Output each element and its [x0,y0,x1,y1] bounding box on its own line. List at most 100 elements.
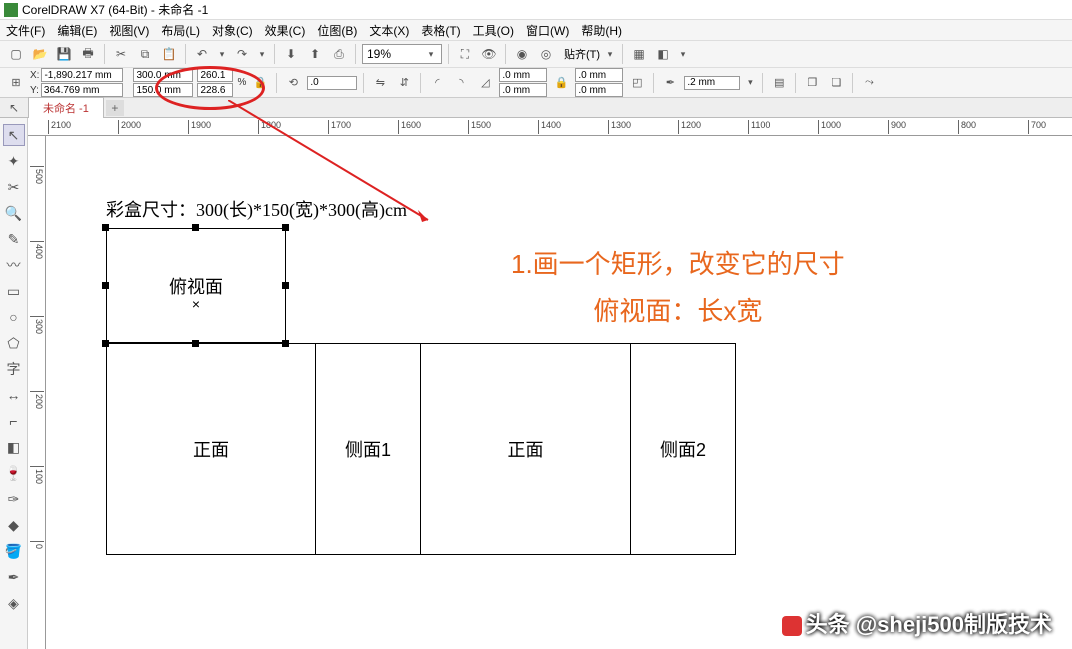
y-position-input[interactable]: 364.769 mm [41,83,123,97]
menu-help[interactable]: 帮助(H) [581,22,622,39]
x-position-input[interactable]: -1,890.217 mm [41,68,123,82]
side1-rect[interactable]: 侧面1 [316,343,421,555]
snap-icon[interactable]: ◉ [512,44,532,64]
fullscreen-icon[interactable]: ⛶ [455,44,475,64]
zoom-level-input[interactable]: 19% ▾ [362,44,442,64]
polygon-tool[interactable]: ⬠ [3,332,25,354]
crop-tool[interactable]: ✂ [3,176,25,198]
corner-tr-input[interactable]: .0 mm [575,68,623,82]
menu-effect[interactable]: 效果(C) [265,22,306,39]
handle-tc[interactable] [192,224,199,231]
chevron-down-icon[interactable]: ▾ [425,45,437,63]
preview-icon[interactable]: 👁 [479,44,499,64]
eyedropper-tool[interactable]: ✑ [3,488,25,510]
handle-tr[interactable] [282,224,289,231]
scale-y-input[interactable]: 228.6 [197,83,233,97]
parallel-dim-tool[interactable]: ↔ [3,384,25,406]
top-face-rect[interactable]: 俯视面 × [106,228,286,343]
corner-round-icon[interactable]: ◜ [427,73,447,93]
handle-tl[interactable] [102,224,109,231]
corner-bl-input[interactable]: .0 mm [499,83,547,97]
menu-view[interactable]: 视图(V) [109,22,149,39]
transparency-tool[interactable]: 🍷 [3,462,25,484]
smart-fill-tool[interactable]: 🪣 [3,540,25,562]
add-tab-button[interactable]: + [106,100,124,116]
to-front-icon[interactable]: ❐ [802,73,822,93]
menu-window[interactable]: 窗口(W) [526,22,569,39]
redo-dropdown[interactable]: ▾ [256,45,268,63]
corner-scallop-icon[interactable]: ◝ [451,73,471,93]
menu-layout[interactable]: 布局(L) [161,22,200,39]
front2-rect[interactable]: 正面 [421,343,631,555]
menu-text[interactable]: 文本(X) [369,22,409,39]
lock-ratio-icon[interactable]: 🔒 [250,73,270,93]
corner-br-input[interactable]: .0 mm [575,83,623,97]
publish-icon[interactable]: ⎙ [329,44,349,64]
menu-bitmap[interactable]: 位图(B) [317,22,357,39]
separator [355,44,356,64]
wrap-text-icon[interactable]: ▤ [769,73,789,93]
new-icon[interactable]: ▢ [6,44,26,64]
cut-icon[interactable]: ✂ [111,44,131,64]
ellipse-tool[interactable]: ○ [3,306,25,328]
interactive-fill-tool[interactable]: ◆ [3,514,25,536]
paste-icon[interactable]: 📋 [159,44,179,64]
opt-dropdown[interactable]: ▾ [677,45,689,63]
fill-tool[interactable]: ◈ [3,592,25,614]
menu-edit[interactable]: 编辑(E) [57,22,97,39]
convert-curves-icon[interactable]: ⤳ [859,73,879,93]
print-icon[interactable]: 🖶 [78,44,98,64]
shape-tool[interactable]: ✦ [3,150,25,172]
freehand-tool[interactable]: ✎ [3,228,25,250]
drop-shadow-tool[interactable]: ◧ [3,436,25,458]
handle-ml[interactable] [102,282,109,289]
undo-icon[interactable]: ↶ [192,44,212,64]
mirror-h-icon[interactable]: ⇋ [370,73,390,93]
snap-label[interactable]: 贴齐(T) [564,46,600,62]
to-back-icon[interactable]: ❏ [826,73,846,93]
export-icon[interactable]: ⬆ [305,44,325,64]
rectangle-tool[interactable]: ▭ [3,280,25,302]
handle-bc[interactable] [192,340,199,347]
handle-mr[interactable] [282,282,289,289]
pick-tool[interactable]: ↖ [3,124,25,146]
redo-icon[interactable]: ↷ [232,44,252,64]
drawing-canvas[interactable]: 彩盒尺寸：300(长)*150(宽)*300(高)cm 俯视面 × 正面 侧面1 [46,136,1072,649]
corner-chamfer-icon[interactable]: ◿ [475,73,495,93]
menu-object[interactable]: 对象(C) [212,22,253,39]
handle-bl[interactable] [102,340,109,347]
import-icon[interactable]: ⬇ [281,44,301,64]
zoom-tool[interactable]: 🔍 [3,202,25,224]
relative-corner-icon[interactable]: ◰ [627,73,647,93]
save-icon[interactable]: 💾 [54,44,74,64]
height-input[interactable]: 150.0 mm [133,83,193,97]
connector-tool[interactable]: ⌐ [3,410,25,432]
copy-icon[interactable]: ⧉ [135,44,155,64]
corner-tl-input[interactable]: .0 mm [499,68,547,82]
opt2-icon[interactable]: ◧ [653,44,673,64]
front1-rect[interactable]: 正面 [106,343,316,555]
ruler-vertical[interactable]: 500 400 300 200 100 0 [28,136,46,649]
side2-rect[interactable]: 侧面2 [631,343,736,555]
snap2-icon[interactable]: ◎ [536,44,556,64]
scale-x-input[interactable]: 260.1 [197,68,233,82]
snap-dropdown[interactable]: ▾ [604,45,616,63]
outline-width-input[interactable]: .2 mm [684,76,740,90]
artistic-media-tool[interactable]: 〰 [3,254,25,276]
undo-dropdown[interactable]: ▾ [216,45,228,63]
menu-tools[interactable]: 工具(O) [473,22,514,39]
menu-table[interactable]: 表格(T) [421,22,460,39]
handle-br[interactable] [282,340,289,347]
document-tab[interactable]: 未命名 -1 [28,97,104,118]
ruler-horizontal[interactable]: 2100 2000 1900 1800 1700 1600 1500 1400 … [28,118,1072,136]
outline-tool[interactable]: ✒ [3,566,25,588]
corner-lock-icon[interactable]: 🔒 [551,73,571,93]
text-tool[interactable]: 字 [3,358,25,380]
opt1-icon[interactable]: ▦ [629,44,649,64]
open-icon[interactable]: 📂 [30,44,50,64]
menu-file[interactable]: 文件(F) [6,22,45,39]
rotation-input[interactable]: .0 [307,76,357,90]
mirror-v-icon[interactable]: ⇵ [394,73,414,93]
outline-dropdown[interactable]: ▾ [744,74,756,92]
width-input[interactable]: 300.0 mm [133,68,193,82]
